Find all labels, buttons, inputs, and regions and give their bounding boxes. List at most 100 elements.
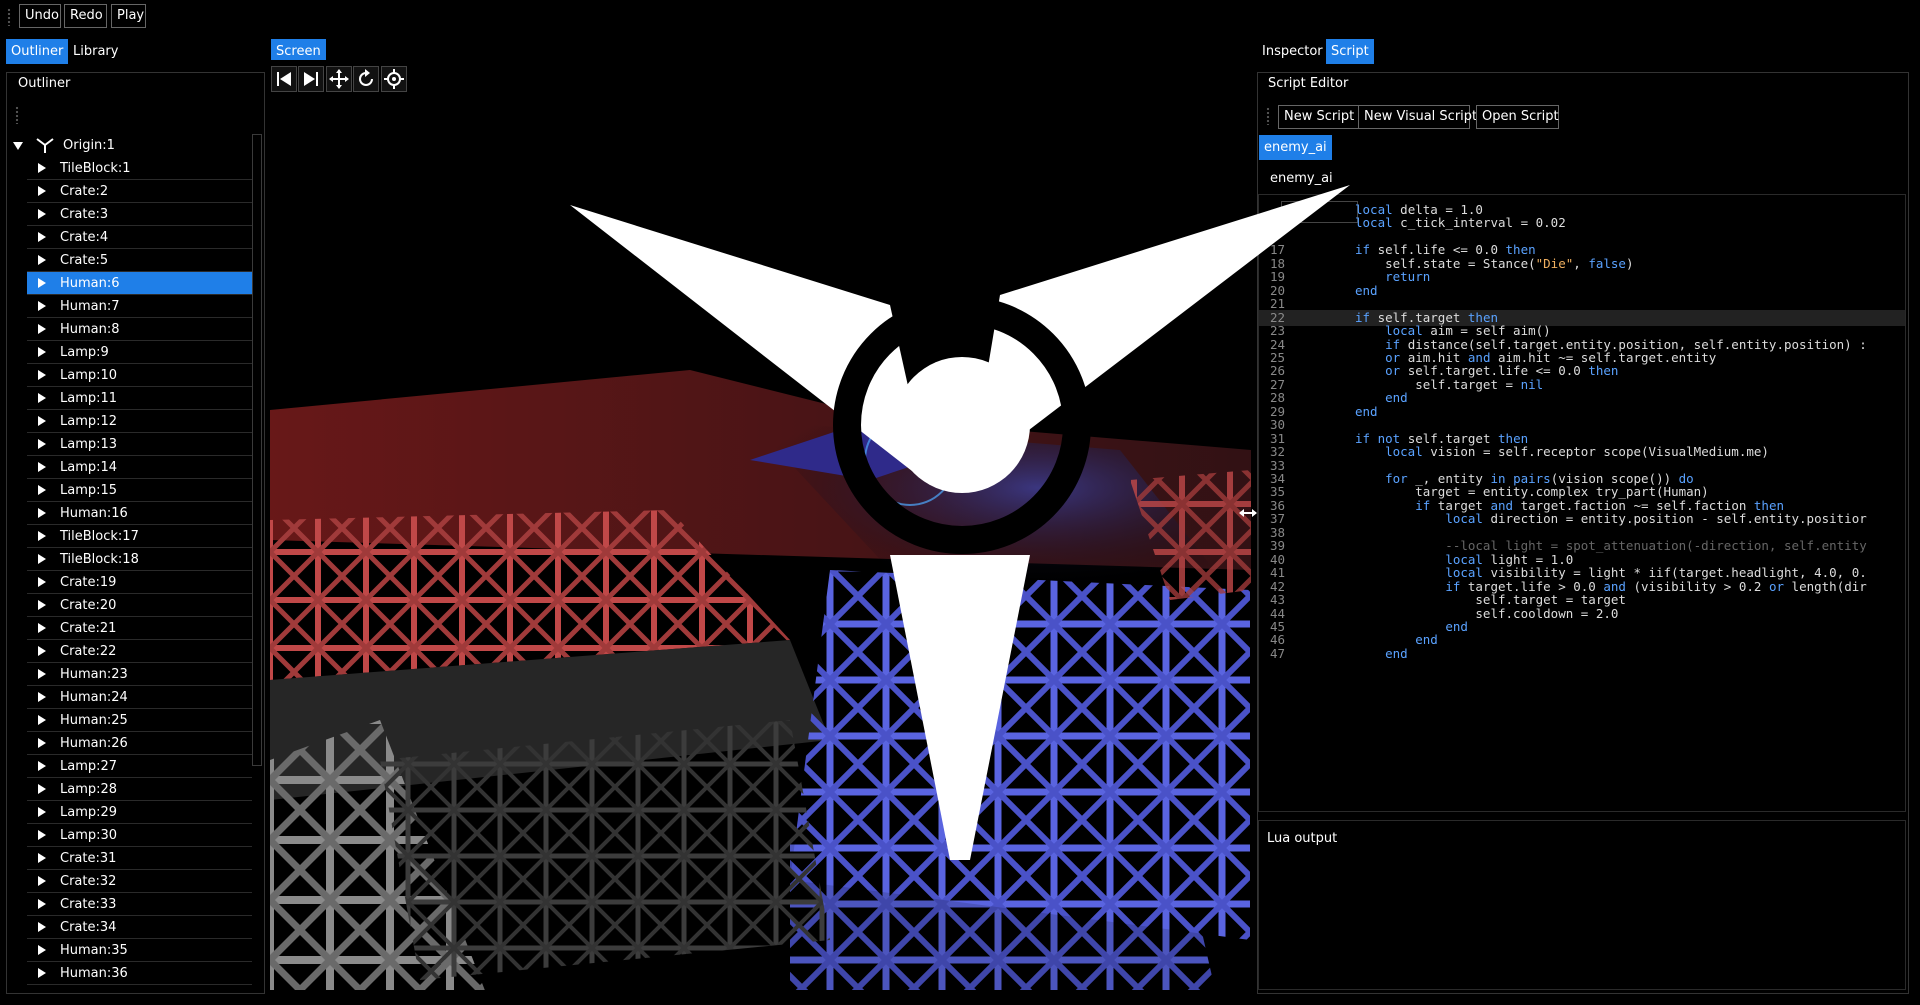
- tree-item[interactable]: Crate:21: [27, 617, 252, 640]
- undo-button[interactable]: Undo: [19, 4, 61, 28]
- tree-item[interactable]: Crate:3: [27, 203, 252, 226]
- tree-item[interactable]: Human:25: [27, 709, 252, 732]
- tree-item[interactable]: Lamp:15: [27, 479, 252, 502]
- tree-item[interactable]: Lamp:10: [27, 364, 252, 387]
- chevron-right-icon[interactable]: [37, 525, 47, 548]
- tree-item[interactable]: Human:7: [27, 295, 252, 318]
- chevron-right-icon[interactable]: [37, 916, 47, 939]
- chevron-right-icon[interactable]: [37, 640, 47, 663]
- move-icon[interactable]: [326, 66, 352, 92]
- tree-item[interactable]: Human:8: [27, 318, 252, 341]
- tree-item[interactable]: Lamp:9: [27, 341, 252, 364]
- chevron-right-icon[interactable]: [37, 755, 47, 778]
- tab-enemy-ai[interactable]: enemy_ai: [1259, 135, 1332, 160]
- chevron-right-icon[interactable]: [37, 801, 47, 824]
- chevron-right-icon[interactable]: [37, 272, 47, 295]
- outliner-grip[interactable]: [15, 106, 19, 124]
- tree-item[interactable]: Crate:20: [27, 594, 252, 617]
- chevron-right-icon[interactable]: [37, 663, 47, 686]
- tree-item[interactable]: Human:6: [27, 272, 252, 295]
- tree-item[interactable]: Crate:2: [27, 180, 252, 203]
- target-icon[interactable]: [381, 66, 407, 92]
- open-script-button[interactable]: Open Script: [1476, 105, 1559, 129]
- tree-item[interactable]: Human:36: [27, 962, 252, 985]
- chevron-right-icon[interactable]: [37, 732, 47, 755]
- tree-item[interactable]: Crate:19: [27, 571, 252, 594]
- chevron-right-icon[interactable]: [37, 157, 47, 180]
- chevron-right-icon[interactable]: [37, 617, 47, 640]
- outliner-tree: Origin:1 TileBlock:1 Crate:2 Crate:3 Crate:…: [8, 133, 262, 993]
- tree-item[interactable]: Human:35: [27, 939, 252, 962]
- tree-item[interactable]: Crate:5: [27, 249, 252, 272]
- chevron-right-icon[interactable]: [37, 387, 47, 410]
- code-line[interactable]: 47 end: [1259, 646, 1905, 663]
- chevron-right-icon[interactable]: [37, 502, 47, 525]
- chevron-right-icon[interactable]: [37, 778, 47, 801]
- tree-item[interactable]: Human:23: [27, 663, 252, 686]
- tree-item[interactable]: Crate:22: [27, 640, 252, 663]
- chevron-right-icon[interactable]: [37, 709, 47, 732]
- tree-item[interactable]: TileBlock:18: [27, 548, 252, 571]
- chevron-right-icon[interactable]: [37, 548, 47, 571]
- tree-item[interactable]: Crate:4: [27, 226, 252, 249]
- outliner-scrollbar[interactable]: [252, 134, 262, 766]
- tree-item[interactable]: Lamp:12: [27, 410, 252, 433]
- chevron-right-icon[interactable]: [37, 456, 47, 479]
- tree-item[interactable]: Lamp:11: [27, 387, 252, 410]
- chevron-right-icon[interactable]: [37, 824, 47, 847]
- tree-item[interactable]: Human:26: [27, 732, 252, 755]
- play-button[interactable]: Play: [111, 4, 146, 28]
- tree-item[interactable]: Lamp:14: [27, 456, 252, 479]
- tab-outliner[interactable]: Outliner: [6, 39, 69, 64]
- tree-item[interactable]: Lamp:27: [27, 755, 252, 778]
- tab-library[interactable]: Library: [68, 39, 124, 64]
- skip-start-icon[interactable]: [271, 66, 297, 92]
- chevron-right-icon[interactable]: [37, 249, 47, 272]
- tree-item[interactable]: Lamp:30: [27, 824, 252, 847]
- tree-item[interactable]: Human:24: [27, 686, 252, 709]
- chevron-right-icon[interactable]: [37, 479, 47, 502]
- chevron-right-icon[interactable]: [37, 180, 47, 203]
- tree-item[interactable]: TileBlock:1: [27, 157, 252, 180]
- tree-item[interactable]: TileBlock:17: [27, 525, 252, 548]
- chevron-right-icon[interactable]: [37, 962, 47, 985]
- chevron-right-icon[interactable]: [37, 870, 47, 893]
- redo-button[interactable]: Redo: [64, 4, 107, 28]
- new-script-button[interactable]: New Script: [1278, 105, 1360, 129]
- scene-render[interactable]: [270, 120, 1251, 990]
- code-editor[interactable]: local delta = 1.0 local c_tick_interval =…: [1258, 194, 1906, 812]
- viewport[interactable]: [270, 60, 1251, 990]
- tree-item[interactable]: Lamp:13: [27, 433, 252, 456]
- toolbar-grip[interactable]: [7, 8, 11, 26]
- chevron-right-icon[interactable]: [37, 203, 47, 226]
- skip-end-icon[interactable]: [298, 66, 324, 92]
- rotate-icon[interactable]: [353, 66, 379, 92]
- tree-item[interactable]: Crate:33: [27, 893, 252, 916]
- tree-item[interactable]: Lamp:29: [27, 801, 252, 824]
- tree-item[interactable]: Human:16: [27, 502, 252, 525]
- tree-item[interactable]: Crate:32: [27, 870, 252, 893]
- tab-script[interactable]: Script: [1326, 39, 1374, 64]
- tab-inspector[interactable]: Inspector: [1257, 39, 1328, 64]
- script-toolbar-grip[interactable]: [1266, 107, 1270, 125]
- tree-item[interactable]: Crate:34: [27, 916, 252, 939]
- chevron-right-icon[interactable]: [37, 571, 47, 594]
- tree-item[interactable]: Crate:31: [27, 847, 252, 870]
- chevron-down-icon[interactable]: [13, 142, 23, 150]
- resize-handle-icon[interactable]: [1238, 503, 1258, 523]
- chevron-right-icon[interactable]: [37, 594, 47, 617]
- chevron-right-icon[interactable]: [37, 433, 47, 456]
- tree-item[interactable]: Lamp:28: [27, 778, 252, 801]
- chevron-right-icon[interactable]: [37, 847, 47, 870]
- chevron-right-icon[interactable]: [37, 226, 47, 249]
- tree-root-origin[interactable]: Origin:1: [8, 134, 252, 157]
- chevron-right-icon[interactable]: [37, 318, 47, 341]
- chevron-right-icon[interactable]: [37, 939, 47, 962]
- chevron-right-icon[interactable]: [37, 295, 47, 318]
- chevron-right-icon[interactable]: [37, 410, 47, 433]
- chevron-right-icon[interactable]: [37, 893, 47, 916]
- chevron-right-icon[interactable]: [37, 341, 47, 364]
- chevron-right-icon[interactable]: [37, 686, 47, 709]
- new-visual-script-button[interactable]: New Visual Script: [1358, 105, 1477, 129]
- chevron-right-icon[interactable]: [37, 364, 47, 387]
